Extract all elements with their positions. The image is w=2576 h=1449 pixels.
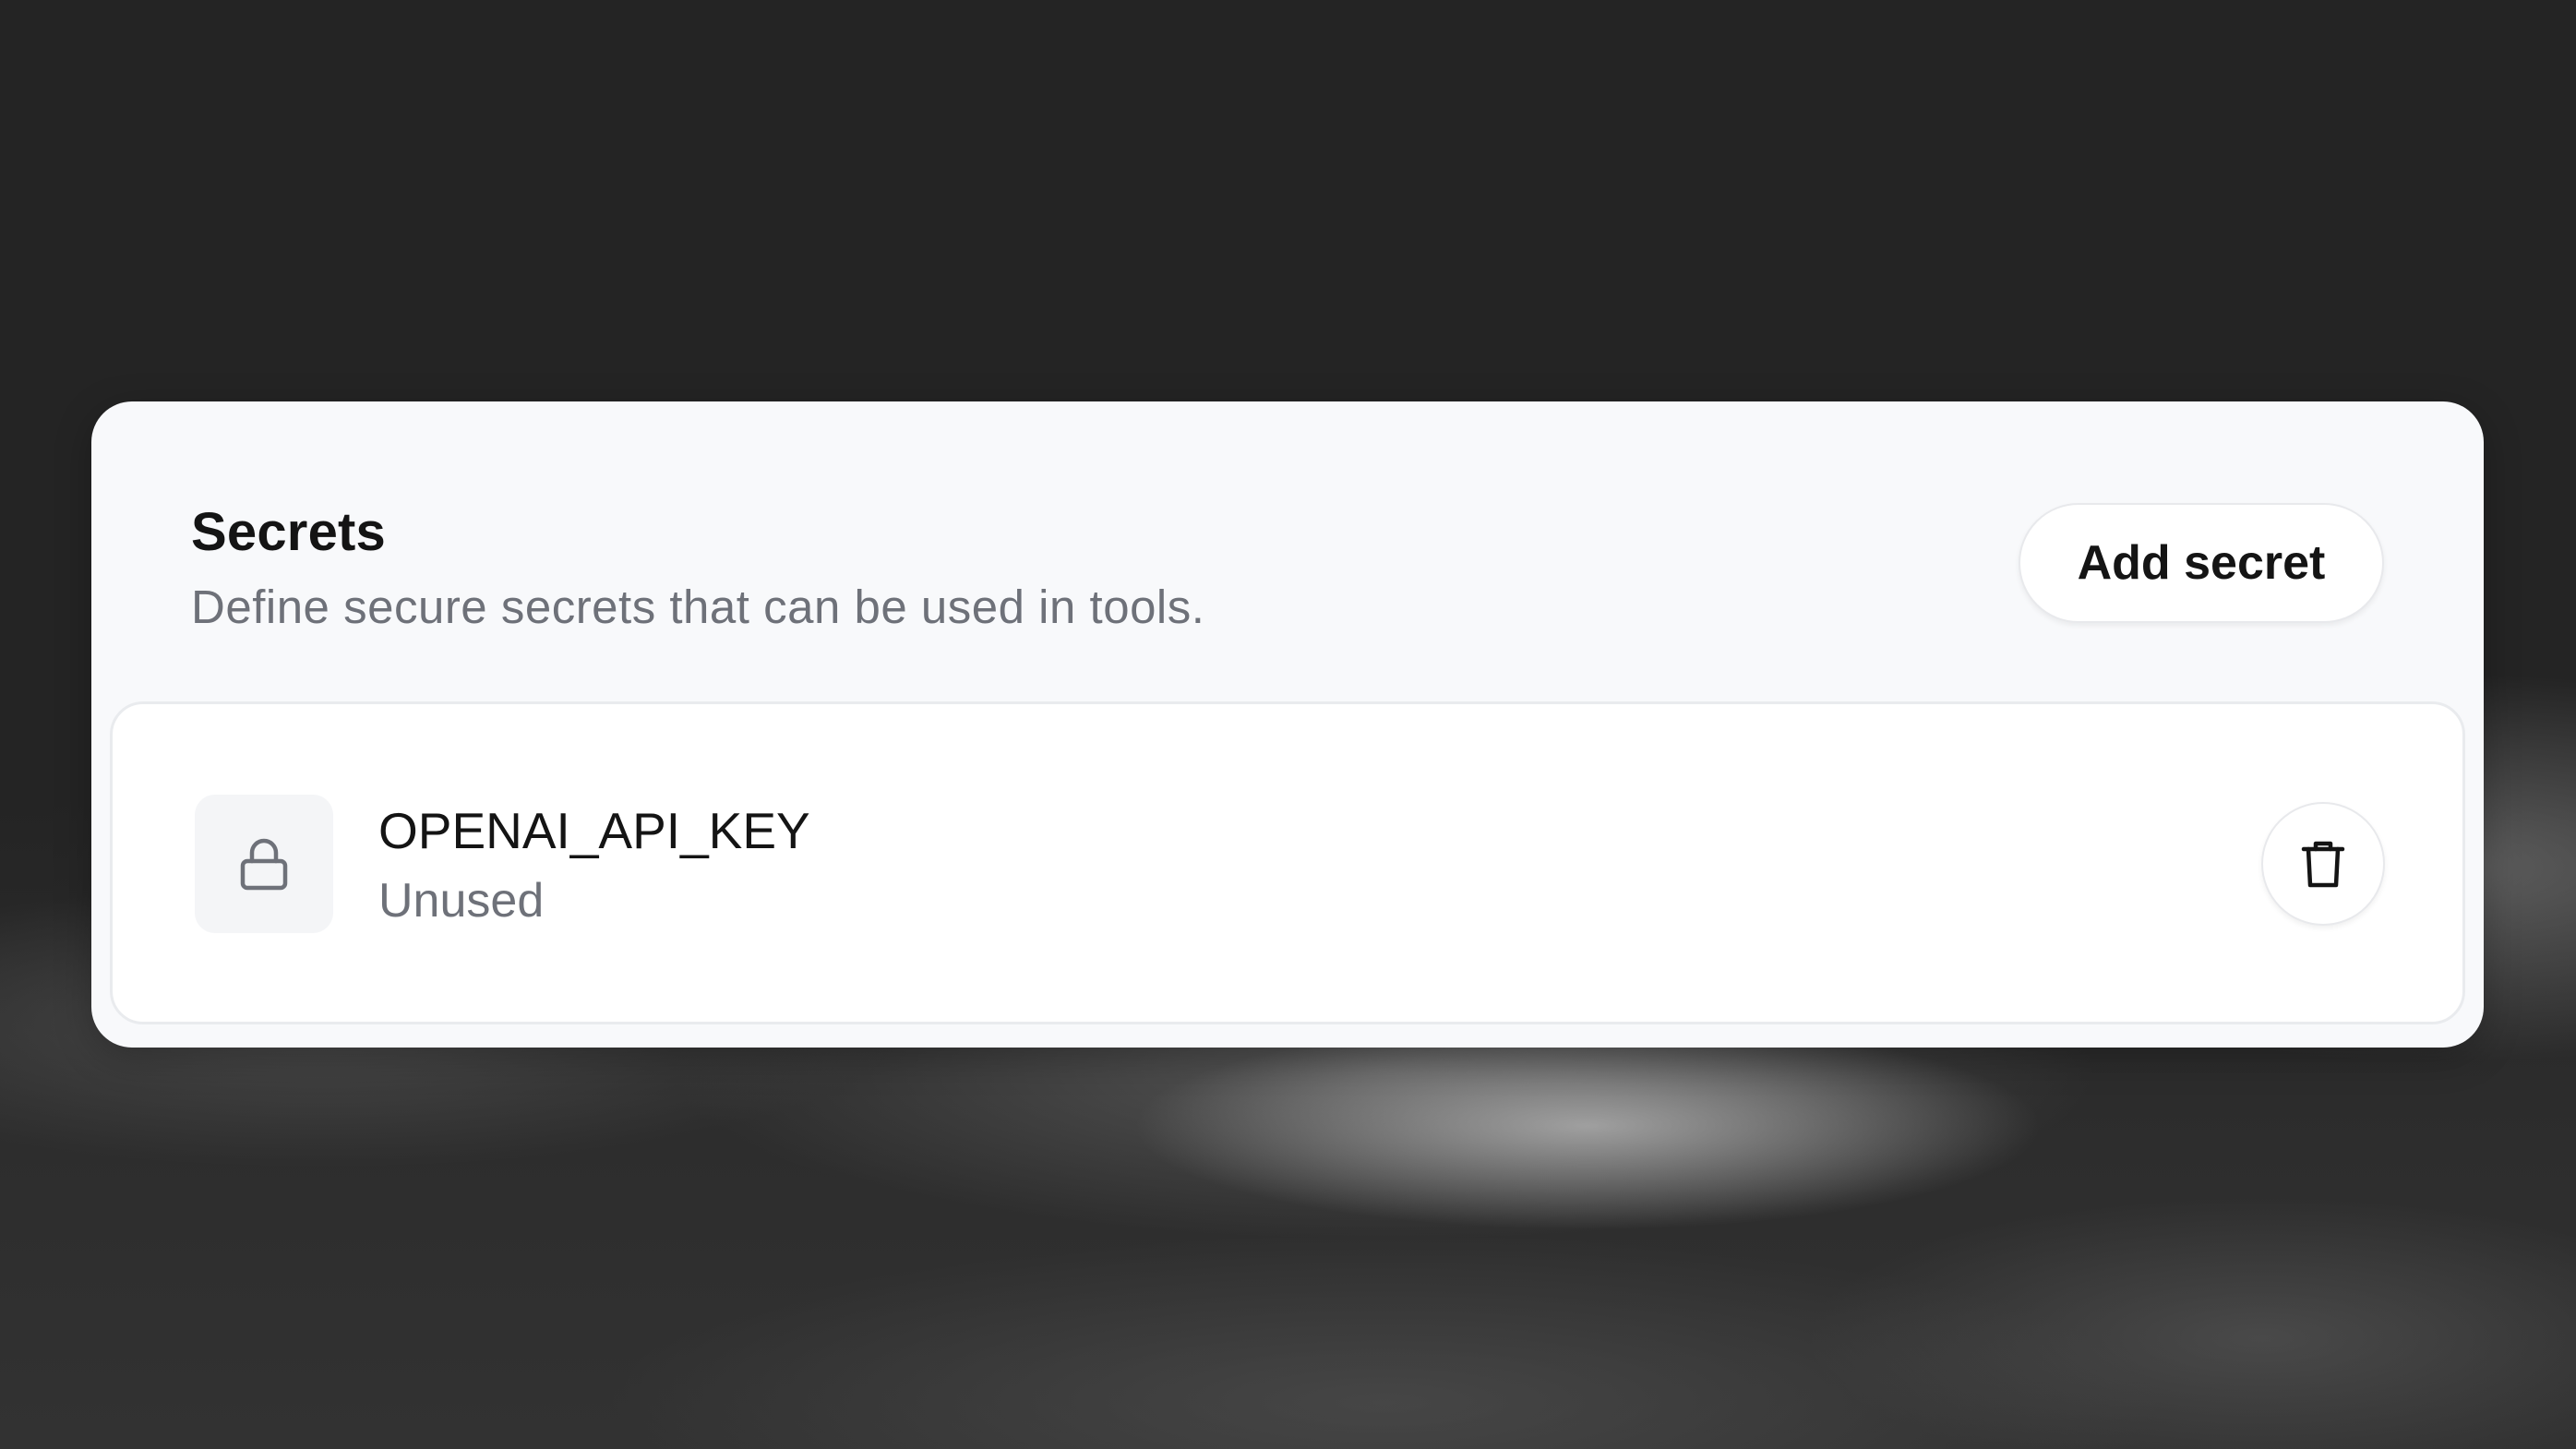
secret-icon-tile — [195, 795, 333, 933]
delete-secret-button[interactable] — [2261, 802, 2385, 926]
secrets-panel: Secrets Define secure secrets that can b… — [91, 401, 2484, 1048]
lock-icon — [240, 838, 288, 891]
secret-row: OPENAI_API_KEY Unused — [113, 704, 2462, 1022]
panel-description: Define secure secrets that can be used i… — [191, 581, 1205, 633]
panel-title: Secrets — [191, 502, 386, 562]
secrets-list: OPENAI_API_KEY Unused — [110, 701, 2465, 1024]
add-secret-button[interactable]: Add secret — [2019, 503, 2384, 623]
panel-header: Secrets Define secure secrets that can b… — [191, 501, 2384, 640]
secret-status: Unused — [378, 874, 545, 928]
secret-name: OPENAI_API_KEY — [378, 802, 810, 859]
trash-icon — [2301, 841, 2345, 888]
